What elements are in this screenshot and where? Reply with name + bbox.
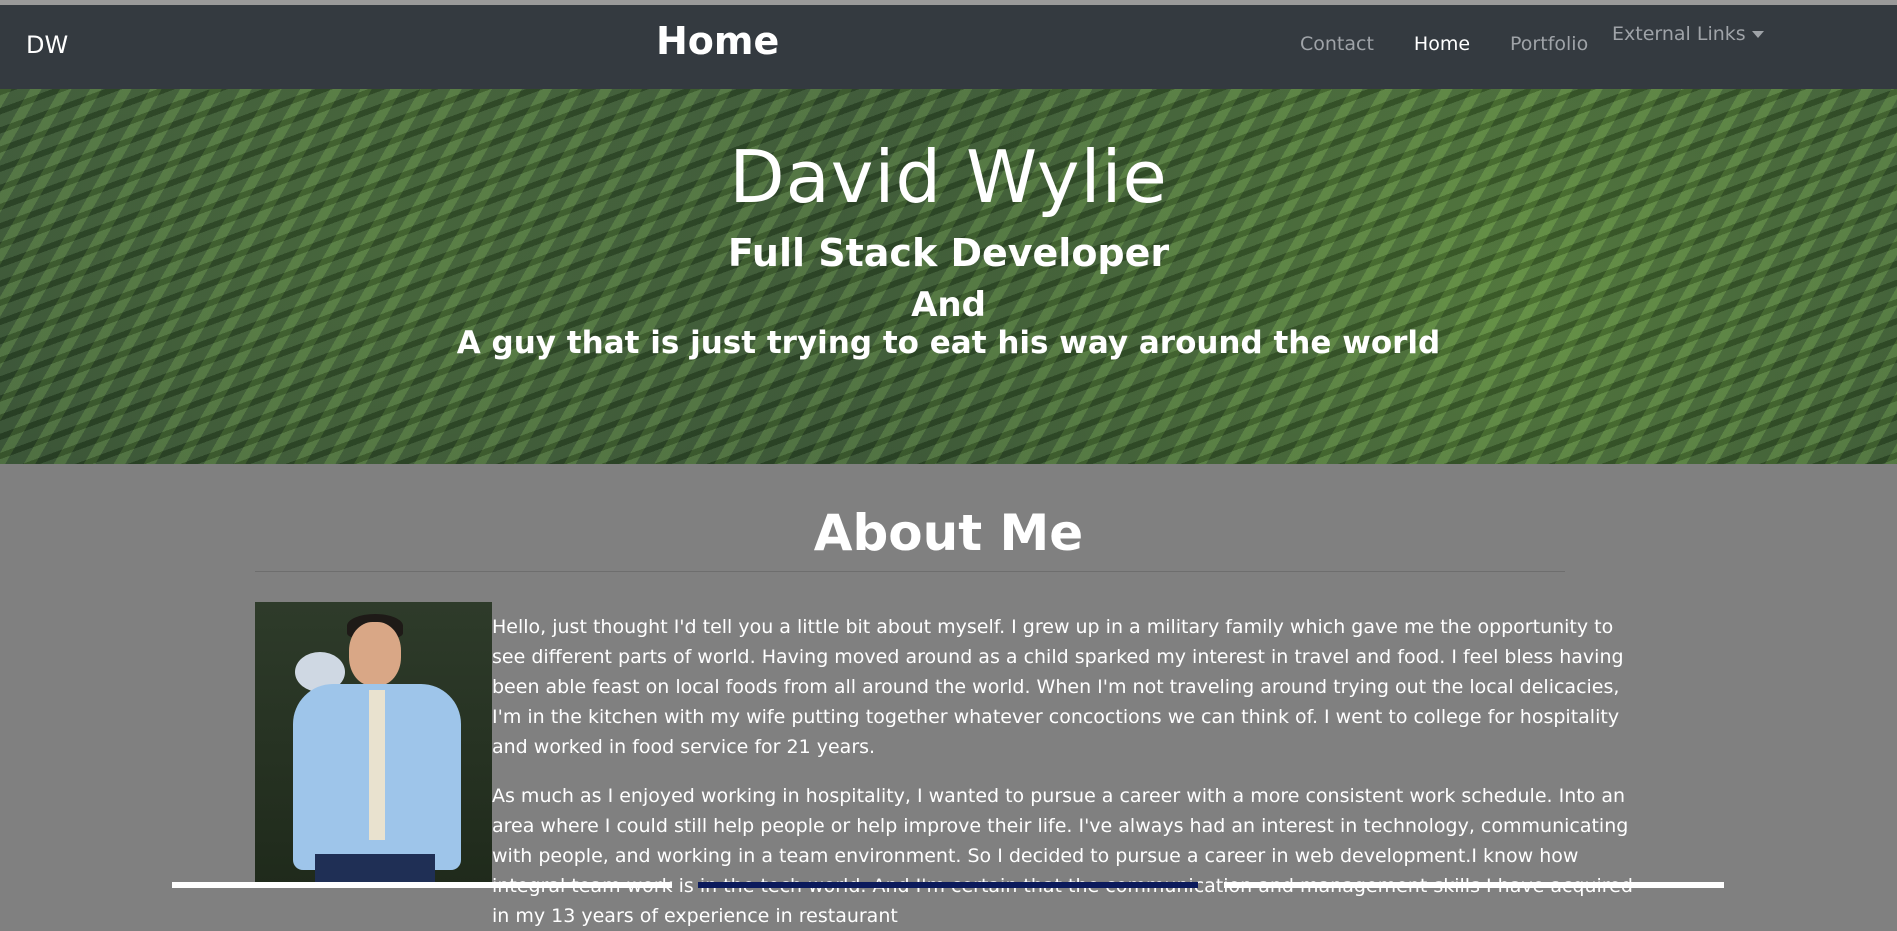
page-title: Home (656, 19, 780, 63)
hero-role: Full Stack Developer (727, 231, 1170, 275)
strip-segment-1 (172, 882, 672, 888)
chevron-down-icon (1751, 31, 1764, 38)
photo-head (349, 622, 401, 686)
bottom-strip (0, 882, 1897, 888)
about-paragraph-2: As much as I enjoyed working in hospital… (492, 785, 1633, 927)
strip-segment-3 (1224, 882, 1724, 888)
hero-tagline: A guy that is just trying to eat his way… (456, 325, 1441, 361)
about-title: About Me (813, 504, 1084, 562)
about-divider (255, 571, 1565, 572)
nav-link-home[interactable]: Home (1414, 33, 1470, 55)
photo-tie (369, 690, 385, 840)
brand-link[interactable]: DW (26, 31, 68, 59)
external-links-label: External Links (1612, 23, 1746, 45)
nav-links: Contact Home Portfolio (1300, 33, 1628, 55)
nav-link-contact[interactable]: Contact (1300, 33, 1374, 55)
hero-and: And (911, 285, 986, 325)
strip-segment-2 (698, 882, 1198, 888)
hero-name: David Wylie (729, 135, 1168, 219)
about-paragraph-1: Hello, just thought I'd tell you a littl… (492, 616, 1624, 758)
about-section: About Me Hello, just thought I'd tell yo… (0, 464, 1897, 927)
hero-banner: David Wylie Full Stack Developer And A g… (0, 89, 1897, 464)
navbar: DW Home Contact Home Portfolio External … (0, 5, 1897, 89)
nav-link-portfolio[interactable]: Portfolio (1510, 33, 1588, 55)
profile-photo (255, 602, 492, 888)
external-links-dropdown[interactable]: External Links (1612, 23, 1764, 45)
